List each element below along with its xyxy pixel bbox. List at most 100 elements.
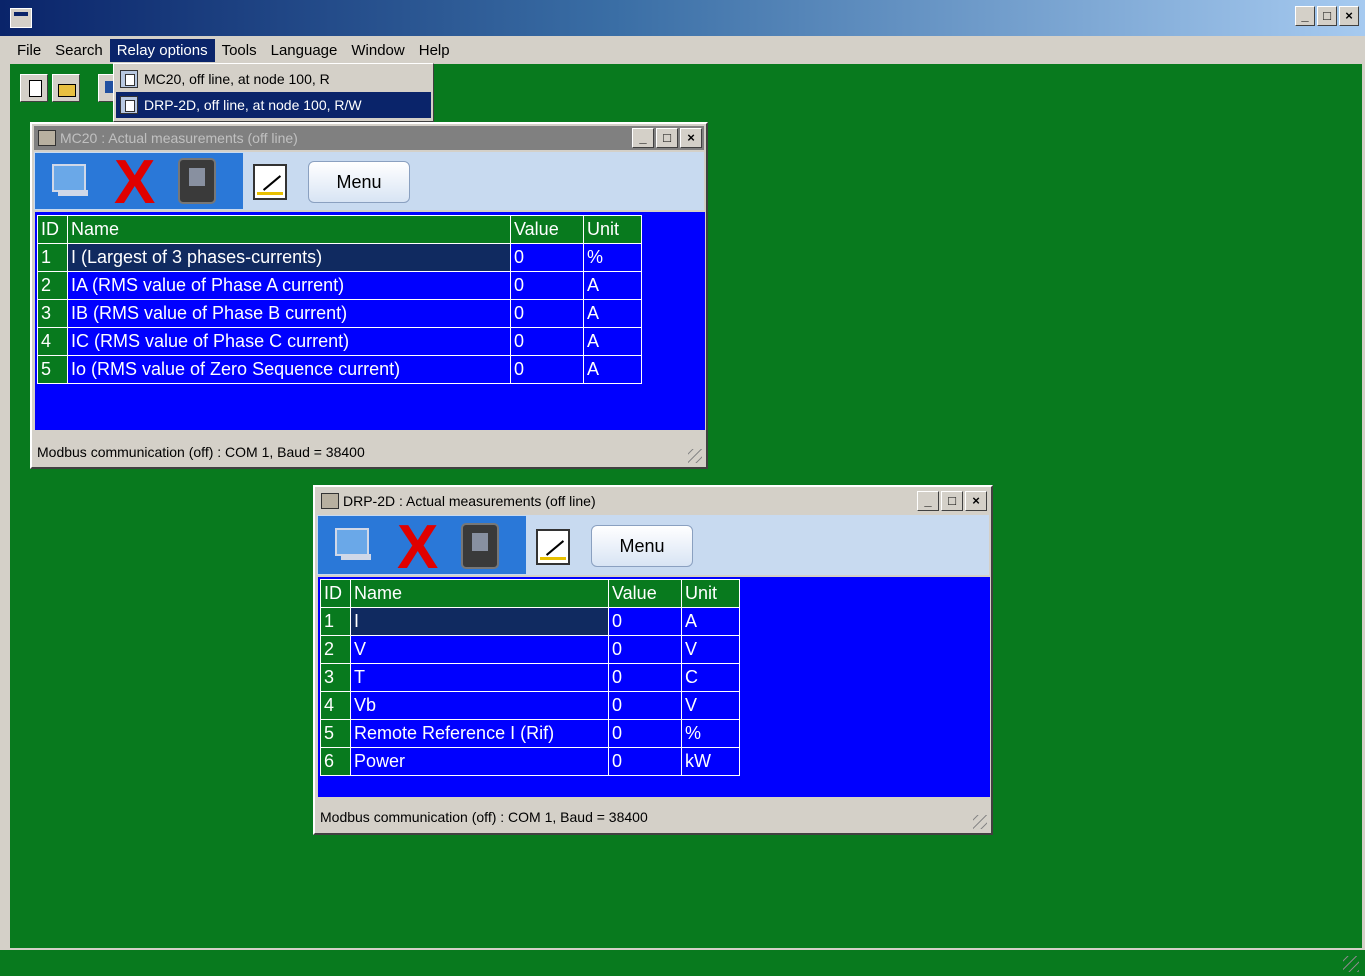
row-value: 0 [608, 635, 682, 664]
row-unit: A [583, 327, 642, 356]
row-name: IB (RMS value of Phase B current) [67, 299, 511, 328]
menu-bar: File Search Relay options Tools Language… [0, 36, 1365, 64]
row-unit: % [583, 243, 642, 272]
drp2d-close-button[interactable]: × [965, 491, 987, 511]
row-unit: V [681, 635, 740, 664]
table-header-row: ID Name Value Unit [37, 215, 642, 244]
close-button[interactable]: × [1339, 6, 1359, 26]
table-row[interactable]: 6 Power 0 kW [320, 747, 740, 776]
row-value: 0 [510, 299, 584, 328]
mc20-menu-button[interactable]: Menu [308, 161, 410, 203]
row-unit: kW [681, 747, 740, 776]
drp2d-title: DRP-2D : Actual measurements (off line) [343, 493, 596, 509]
row-value: 0 [608, 691, 682, 720]
resize-grip-icon[interactable] [688, 449, 702, 463]
header-unit[interactable]: Unit [681, 579, 740, 608]
gauge-icon[interactable] [253, 164, 287, 200]
header-name[interactable]: Name [67, 215, 511, 244]
header-value[interactable]: Value [510, 215, 584, 244]
device-icon [120, 70, 138, 88]
drp2d-menu-button[interactable]: Menu [591, 525, 693, 567]
row-value: 0 [510, 243, 584, 272]
row-value: 0 [608, 719, 682, 748]
app-icon[interactable] [10, 8, 32, 28]
row-id: 4 [37, 327, 68, 356]
table-row[interactable]: 4 IC (RMS value of Phase C current) 0 A [37, 327, 642, 356]
row-id: 5 [37, 355, 68, 384]
table-row[interactable]: 5 Io (RMS value of Zero Sequence current… [37, 355, 642, 384]
drp2d-maximize-button[interactable]: □ [941, 491, 963, 511]
minimize-button[interactable]: _ [1295, 6, 1315, 26]
row-id: 4 [320, 691, 351, 720]
header-value[interactable]: Value [608, 579, 682, 608]
mc20-window: MC20 : Actual measurements (off line) _ … [30, 122, 708, 469]
row-unit: A [681, 607, 740, 636]
table-row[interactable]: 5 Remote Reference I (Rif) 0 % [320, 719, 740, 748]
row-id: 1 [37, 243, 68, 272]
row-id: 2 [37, 271, 68, 300]
resize-grip-icon[interactable] [1343, 956, 1359, 972]
menu-file[interactable]: File [10, 39, 48, 62]
row-id: 2 [320, 635, 351, 664]
resize-grip-icon[interactable] [973, 815, 987, 829]
header-id[interactable]: ID [320, 579, 351, 608]
app-titlebar: _ □ × [0, 0, 1365, 36]
mc20-titlebar[interactable]: MC20 : Actual measurements (off line) _ … [34, 126, 704, 150]
table-row[interactable]: 4 Vb 0 V [320, 691, 740, 720]
relay-device-icon[interactable] [461, 523, 499, 569]
dropdown-item-drp2d[interactable]: DRP-2D, off line, at node 100, R/W [116, 92, 431, 118]
table-header-row: ID Name Value Unit [320, 579, 740, 608]
disconnect-x-icon[interactable]: X [397, 517, 438, 579]
mc20-maximize-button[interactable]: □ [656, 128, 678, 148]
row-name: IA (RMS value of Phase A current) [67, 271, 511, 300]
row-name: V [350, 635, 609, 664]
relay-device-icon[interactable] [178, 158, 216, 204]
mc20-measurements-table: ID Name Value Unit 1 I (Largest of 3 pha… [37, 215, 642, 384]
dropdown-item-label: DRP-2D, off line, at node 100, R/W [144, 97, 362, 113]
row-value: 0 [510, 355, 584, 384]
header-id[interactable]: ID [37, 215, 68, 244]
row-unit: A [583, 299, 642, 328]
table-row[interactable]: 2 IA (RMS value of Phase A current) 0 A [37, 271, 642, 300]
menu-window[interactable]: Window [344, 39, 411, 62]
table-row[interactable]: 3 IB (RMS value of Phase B current) 0 A [37, 299, 642, 328]
gauge-icon[interactable] [536, 529, 570, 565]
row-id: 3 [320, 663, 351, 692]
table-row[interactable]: 1 I (Largest of 3 phases-currents) 0 % [37, 243, 642, 272]
menu-tools[interactable]: Tools [215, 39, 264, 62]
table-row[interactable]: 1 I 0 A [320, 607, 740, 636]
computer-icon[interactable] [331, 524, 375, 564]
row-name: Io (RMS value of Zero Sequence current) [67, 355, 511, 384]
row-name: I [350, 607, 609, 636]
row-id: 1 [320, 607, 351, 636]
row-name: T [350, 663, 609, 692]
dropdown-item-mc20[interactable]: MC20, off line, at node 100, R [116, 66, 431, 92]
app-statusbar [0, 948, 1365, 976]
window-icon [321, 493, 339, 509]
menu-help[interactable]: Help [412, 39, 457, 62]
menu-relay-options[interactable]: Relay options [109, 38, 215, 62]
row-value: 0 [608, 663, 682, 692]
computer-icon[interactable] [48, 160, 92, 200]
menu-language[interactable]: Language [264, 39, 345, 62]
drp2d-window: DRP-2D : Actual measurements (off line) … [313, 485, 993, 835]
mc20-close-button[interactable]: × [680, 128, 702, 148]
drp2d-measurements-table: ID Name Value Unit 1 I 0 A 2 V 0 V 3 T 0… [320, 579, 740, 776]
mc20-minimize-button[interactable]: _ [632, 128, 654, 148]
header-name[interactable]: Name [350, 579, 609, 608]
open-folder-icon[interactable] [52, 74, 80, 102]
row-unit: % [681, 719, 740, 748]
drp2d-minimize-button[interactable]: _ [917, 491, 939, 511]
row-name: Vb [350, 691, 609, 720]
row-id: 6 [320, 747, 351, 776]
drp2d-titlebar[interactable]: DRP-2D : Actual measurements (off line) … [317, 489, 989, 513]
table-row[interactable]: 2 V 0 V [320, 635, 740, 664]
header-unit[interactable]: Unit [583, 215, 642, 244]
menu-search[interactable]: Search [48, 39, 110, 62]
row-unit: V [681, 691, 740, 720]
drp2d-status-text: Modbus communication (off) : COM 1, Baud… [320, 809, 648, 825]
maximize-button[interactable]: □ [1317, 6, 1337, 26]
disconnect-x-icon[interactable]: X [114, 152, 155, 214]
new-file-icon[interactable] [20, 74, 48, 102]
table-row[interactable]: 3 T 0 C [320, 663, 740, 692]
